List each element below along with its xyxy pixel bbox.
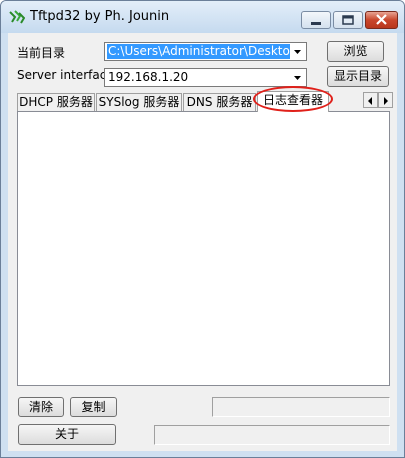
window-title: Tftpd32 by Ph. Jounin xyxy=(30,9,170,24)
tftpd-app-icon xyxy=(9,10,25,24)
chevron-left-icon xyxy=(368,97,372,105)
tab-log-viewer[interactable]: 日志查看器 xyxy=(257,91,329,112)
log-status-field xyxy=(212,397,390,417)
close-button[interactable] xyxy=(365,11,398,29)
tab-scroll-right-button[interactable] xyxy=(378,92,393,108)
browse-button[interactable]: 浏览 xyxy=(327,41,384,62)
current-dir-combo[interactable]: C:\Users\Administrator\Desktop\ha_T( xyxy=(104,42,307,61)
copy-button[interactable]: 复制 xyxy=(70,397,117,417)
server-interface-combo[interactable]: 192.168.1.20 xyxy=(104,68,307,87)
show-dir-button[interactable]: 显示目录 xyxy=(327,66,389,87)
server-interface-label: Server interface xyxy=(17,68,114,82)
server-interface-value: 192.168.1.20 xyxy=(108,70,189,84)
about-button[interactable]: 关于 xyxy=(18,424,116,445)
current-dir-label: 当前目录 xyxy=(17,46,66,60)
clear-button[interactable]: 清除 xyxy=(18,397,64,417)
client-area: 当前目录 C:\Users\Administrator\Desktop\ha_T… xyxy=(8,33,397,451)
tftpd32-window: Tftpd32 by Ph. Jounin 当前目录 C:\Users\Admi… xyxy=(0,0,405,458)
chevron-right-icon xyxy=(384,97,388,105)
status-bar-field xyxy=(154,425,390,445)
tab-dns-server[interactable]: DNS 服务器 xyxy=(183,93,256,111)
minimize-button[interactable] xyxy=(301,11,331,29)
tab-syslog-server[interactable]: SYSlog 服务器 xyxy=(96,93,182,111)
current-dir-value: C:\Users\Administrator\Desktop\ha_T( xyxy=(107,44,291,59)
log-viewer-list[interactable] xyxy=(17,111,390,386)
chevron-down-icon[interactable] xyxy=(290,70,305,85)
tab-dhcp-server[interactable]: DHCP 服务器 xyxy=(17,93,95,111)
maximize-icon xyxy=(342,15,354,25)
minimize-icon xyxy=(311,22,321,25)
tab-strip: DHCP 服务器 SYSlog 服务器 DNS 服务器 日志查看器 xyxy=(8,91,397,112)
close-icon xyxy=(376,14,387,25)
maximize-button[interactable] xyxy=(333,11,363,29)
chevron-down-icon[interactable] xyxy=(290,44,305,59)
title-bar[interactable]: Tftpd32 by Ph. Jounin xyxy=(1,1,404,33)
tab-scroll-left-button[interactable] xyxy=(363,92,378,108)
